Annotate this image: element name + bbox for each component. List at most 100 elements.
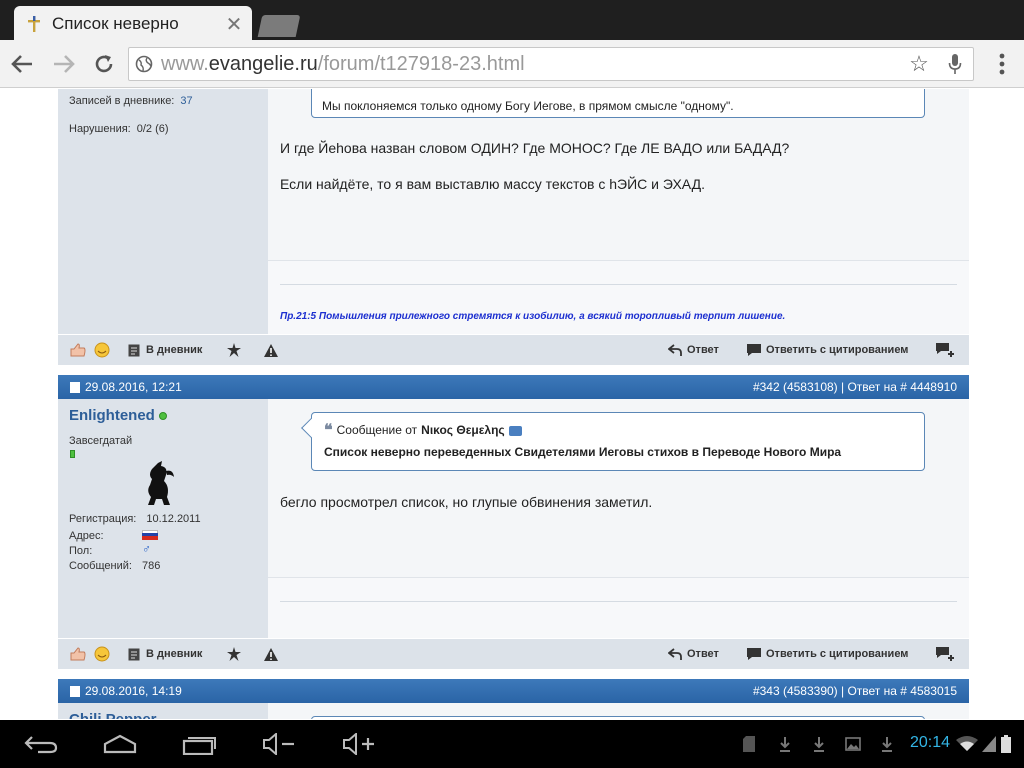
page-viewport: Записей в дневнике: 37 Нарушения: 0/2 (6) …: [0, 89, 1024, 719]
post-343: Chili Pepper: [58, 703, 969, 719]
message-pane: Мы поклоняемся только одному Богу Иегове…: [268, 89, 969, 334]
username-link[interactable]: Chili Pepper: [69, 711, 157, 719]
reply-label: Ответ: [687, 648, 719, 660]
tab-strip: Список неверно ✕: [0, 0, 1024, 42]
cross-favicon-icon: [26, 16, 42, 32]
message-pane: [268, 703, 969, 719]
post-number[interactable]: #342 (4583108) | Ответ на # 4448910: [753, 380, 957, 394]
volume-down-icon[interactable]: [262, 730, 296, 758]
recent-apps-icon[interactable]: [182, 730, 218, 758]
forward-icon[interactable]: [50, 50, 78, 78]
diary-button[interactable]: В дневник: [126, 342, 202, 358]
multiquote-icon[interactable]: [935, 646, 961, 662]
reply-quote-label: Ответить с цитированием: [766, 648, 909, 660]
quote-text: Мы поклоняемся только одному Богу Иегове…: [322, 99, 734, 113]
back-nav-icon[interactable]: [24, 730, 58, 758]
post-number[interactable]: #343 (4583390) | Ответ на # 4583015: [753, 684, 957, 698]
url-path: /forum/t127918-23.html: [317, 52, 525, 75]
gender-label: Пол:: [69, 545, 93, 557]
diary-label: В дневник: [146, 648, 203, 660]
bookmark-star-icon[interactable]: ☆: [901, 51, 937, 77]
system-nav-bar: 20:14: [0, 720, 1024, 768]
quote-prefix: Сообщение от: [336, 423, 418, 437]
messages-label: Сообщений:: [69, 560, 132, 572]
smile-icon[interactable]: [94, 646, 114, 662]
reply-button[interactable]: Ответ: [667, 646, 719, 662]
user-info-pane: Enlightened Завсегдатай Регистрация: 10.1…: [58, 399, 268, 638]
report-star-icon[interactable]: [226, 342, 246, 358]
tab-title: Список неверно: [52, 14, 179, 33]
warning-icon[interactable]: [263, 646, 283, 662]
online-status-icon: [158, 411, 167, 420]
post-doc-icon: [70, 685, 80, 697]
goto-post-icon[interactable]: [508, 426, 522, 436]
quote-header: ❝ Сообщение от Νικος Θεμελης: [324, 420, 522, 440]
url-host: evangelie.ru: [208, 52, 318, 75]
message-count: Сообщений: 786: [69, 560, 160, 572]
diary-button[interactable]: В дневник: [126, 646, 202, 662]
messages-value: 786: [141, 560, 161, 572]
violations: Нарушения: 0/2 (6): [69, 123, 169, 135]
warning-icon[interactable]: [263, 342, 283, 358]
wifi-icon: [956, 730, 978, 758]
microphone-icon[interactable]: [937, 49, 973, 79]
thanks-icon[interactable]: [70, 342, 90, 358]
smile-icon[interactable]: [94, 342, 114, 358]
username-text: Enlightened: [69, 407, 155, 424]
download-icon: [880, 730, 894, 758]
quote-text: Список неверно переведенных Свидетелями …: [324, 445, 842, 459]
home-nav-icon[interactable]: [102, 730, 138, 758]
post-action-bar: В дневник Ответ Ответить с цитированием: [58, 639, 969, 669]
post-header: 29.08.2016, 12:21 #342 (4583108) | Ответ…: [58, 375, 969, 399]
address-label: Адрес:: [69, 530, 104, 542]
url-text[interactable]: www.evangelie.ru/forum/t127918-23.html: [161, 53, 901, 76]
post-342: Enlightened Завсегдатай Регистрация: 10.1…: [58, 399, 969, 638]
username-link[interactable]: Enlightened: [69, 407, 167, 424]
download-icon: [812, 730, 826, 758]
signal-icon: [982, 730, 996, 758]
reply-button[interactable]: Ответ: [667, 342, 719, 358]
reply-quote-button[interactable]: Ответить с цитированием: [746, 646, 908, 662]
browser-toolbar: www.evangelie.ru/forum/t127918-23.html ☆: [0, 40, 1024, 88]
user-info-pane: Chili Pepper: [58, 703, 268, 719]
url-prefix: www.: [161, 52, 209, 75]
diary-count: Записей в дневнике: 37: [69, 95, 193, 107]
signature-area: Пр.21:5 Помышления прилежного стремятся …: [268, 260, 969, 334]
battery-icon: [1000, 730, 1012, 758]
status-clock[interactable]: 20:14: [910, 734, 950, 752]
violations-label: Нарушения:: [69, 123, 131, 135]
post-header: 29.08.2016, 14:19 #343 (4583390) | Ответ…: [58, 679, 969, 703]
quote-bubble-icon: [746, 342, 762, 358]
new-tab-button[interactable]: [257, 15, 301, 37]
address-bar[interactable]: www.evangelie.ru/forum/t127918-23.html ☆: [128, 47, 974, 81]
quote-marks-icon: ❝: [324, 422, 333, 439]
reply-quote-label: Ответить с цитированием: [766, 344, 909, 356]
reply-quote-button[interactable]: Ответить с цитированием: [746, 342, 908, 358]
message-pane: ❝ Сообщение от Νικος Θεμελης Список неве…: [268, 399, 969, 638]
post-previous: Записей в дневнике: 37 Нарушения: 0/2 (6) …: [58, 89, 969, 334]
close-tab-icon[interactable]: ✕: [222, 12, 246, 37]
user-info-pane: Записей в дневнике: 37 Нарушения: 0/2 (6): [58, 89, 268, 334]
russia-flag-icon: [142, 530, 158, 540]
quote-bubble-icon: [746, 646, 762, 662]
reply-label: Ответ: [687, 344, 719, 356]
menu-icon[interactable]: [988, 50, 1016, 78]
diary-value[interactable]: 37: [180, 95, 192, 107]
post-date: 29.08.2016, 14:19: [70, 684, 182, 698]
sd-card-icon: [742, 730, 756, 758]
back-icon[interactable]: [8, 50, 36, 78]
signature-text: Пр.21:5 Помышления прилежного стремятся …: [280, 311, 786, 322]
user-avatar[interactable]: [140, 461, 176, 512]
registration-value: 10.12.2011: [146, 513, 201, 525]
browser-tab-active[interactable]: Список неверно ✕: [14, 6, 252, 42]
diary-label: Записей в дневнике:: [69, 95, 175, 107]
reload-icon[interactable]: [90, 50, 118, 78]
signature-divider: [280, 601, 957, 602]
reply-icon: [667, 342, 683, 358]
thanks-icon[interactable]: [70, 646, 90, 662]
download-icon: [778, 730, 792, 758]
report-star-icon[interactable]: [226, 646, 246, 662]
multiquote-icon[interactable]: [935, 342, 961, 358]
image-notification-icon: [844, 730, 862, 758]
volume-up-icon[interactable]: [342, 730, 376, 758]
